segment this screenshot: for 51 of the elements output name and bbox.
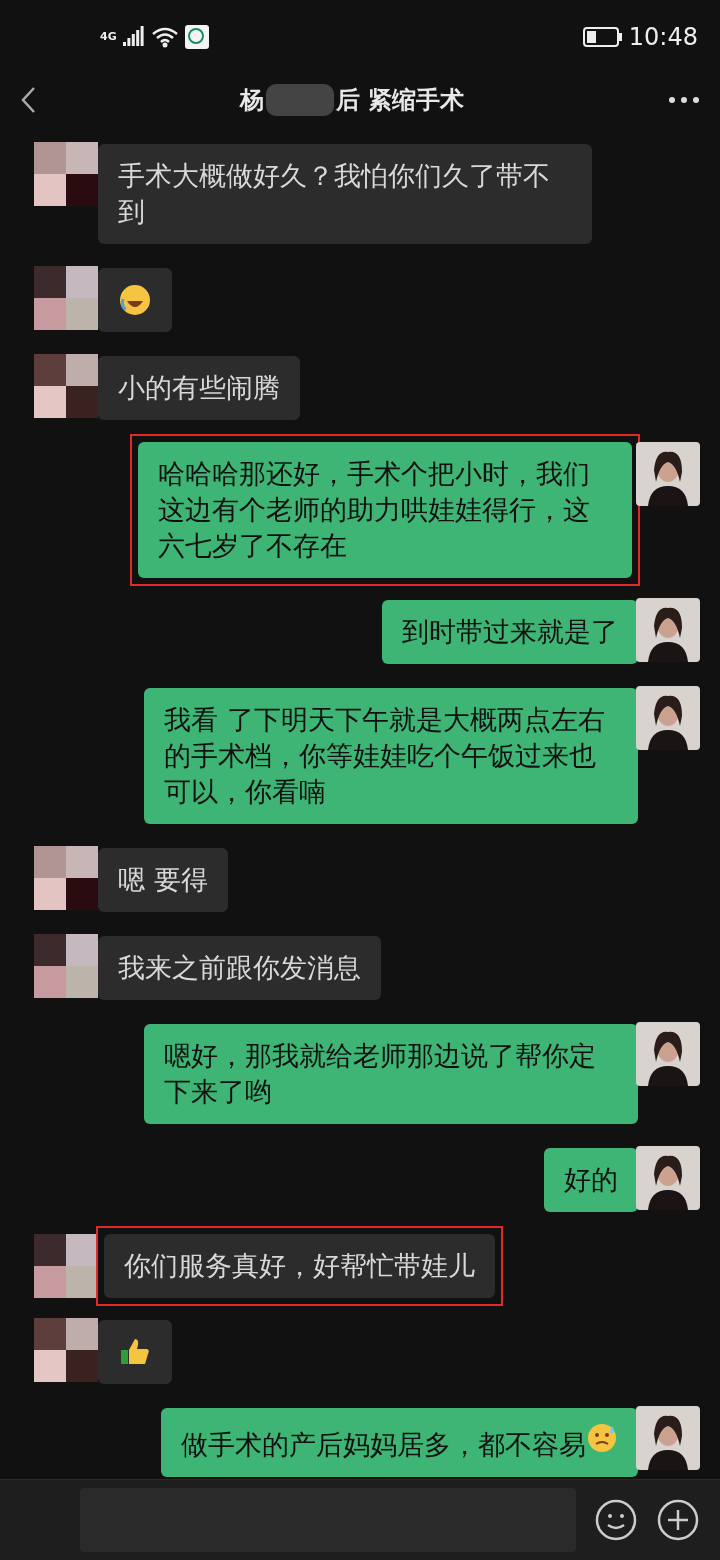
smiley-icon[interactable] [594, 1497, 638, 1542]
chat-title: 杨 [239, 84, 264, 116]
message-bubble[interactable]: 嗯好，那我就给老师那边说了帮你定下来了哟 [144, 1023, 638, 1124]
avatar[interactable] [636, 597, 700, 662]
message-bubble[interactable]: 手术大概做好久？我怕你们久了带不到 [98, 143, 592, 244]
more-icon[interactable] [668, 95, 700, 104]
message-text: 嗯好，那我就给老师那边说了帮你定下来了哟 [164, 1038, 597, 1109]
message-text: 好的 [564, 1162, 618, 1197]
message-text: 哈哈哈那还好，手术个把小时，我们这边有个老师的助力哄娃娃得行，这六七岁了不存在 [158, 456, 591, 563]
avatar[interactable] [34, 845, 98, 910]
laughing-emoji-icon [118, 282, 152, 317]
message-bubble[interactable] [98, 1319, 172, 1384]
message-bubble[interactable]: 哈哈哈那还好，手术个把小时，我们这边有个老师的助力哄娃娃得行，这六七岁了不存在 [138, 441, 632, 578]
message-text: 嗯 要得 [118, 862, 208, 897]
wifi-icon [150, 25, 179, 48]
plus-icon[interactable] [656, 1497, 700, 1542]
avatar[interactable] [34, 141, 98, 206]
avatar[interactable] [34, 353, 98, 418]
chat-title: 后 紧缩手术 [335, 84, 465, 116]
message-text: 我来之前跟你发消息 [118, 950, 361, 985]
message-text: 你们服务真好，好帮忙带娃儿 [124, 1248, 475, 1283]
avatar[interactable] [34, 1233, 98, 1298]
message-text: 小的有些闹腾 [118, 370, 280, 405]
sweating-emoji-icon [586, 1421, 618, 1454]
avatar[interactable] [636, 685, 700, 750]
chat-app-icon [184, 24, 209, 49]
avatar[interactable] [636, 1405, 700, 1470]
status-time: 10:48 [628, 22, 698, 51]
network-label: 4G [100, 30, 117, 43]
message-bubble[interactable]: 我来之前跟你发消息 [98, 935, 381, 1000]
avatar[interactable] [636, 1145, 700, 1210]
message-bubble[interactable]: 你们服务真好，好帮忙带娃儿 [104, 1233, 495, 1298]
message-bubble[interactable]: 小的有些闹腾 [98, 355, 300, 420]
avatar[interactable] [34, 265, 98, 330]
message-text: 做手术的产后妈妈居多，都不容易 [181, 1421, 618, 1463]
back-icon[interactable] [20, 85, 36, 114]
avatar[interactable] [34, 933, 98, 998]
message-bubble[interactable]: 我看 了下明天下午就是大概两点左右的手术档，你等娃娃吃个午饭过来也可以，你看喃 [144, 687, 638, 824]
avatar[interactable] [34, 1317, 98, 1382]
signal-icon [122, 25, 145, 48]
message-text: 我看 了下明天下午就是大概两点左右的手术档，你等娃娃吃个午饭过来也可以，你看喃 [164, 702, 606, 809]
message-bubble[interactable]: 好的 [544, 1147, 638, 1212]
avatar[interactable] [636, 1021, 700, 1086]
message-text: 到时带过来就是了 [402, 614, 618, 649]
message-bubble[interactable]: 嗯 要得 [98, 847, 228, 912]
message-bubble[interactable]: 到时带过来就是了 [382, 599, 638, 664]
message-text: 手术大概做好久？我怕你们久了带不到 [118, 158, 551, 229]
avatar[interactable] [636, 441, 700, 506]
message-bubble[interactable]: 做手术的产后妈妈居多，都不容易 [161, 1407, 638, 1477]
battery-icon [582, 26, 623, 47]
message-bubble[interactable] [98, 267, 172, 332]
